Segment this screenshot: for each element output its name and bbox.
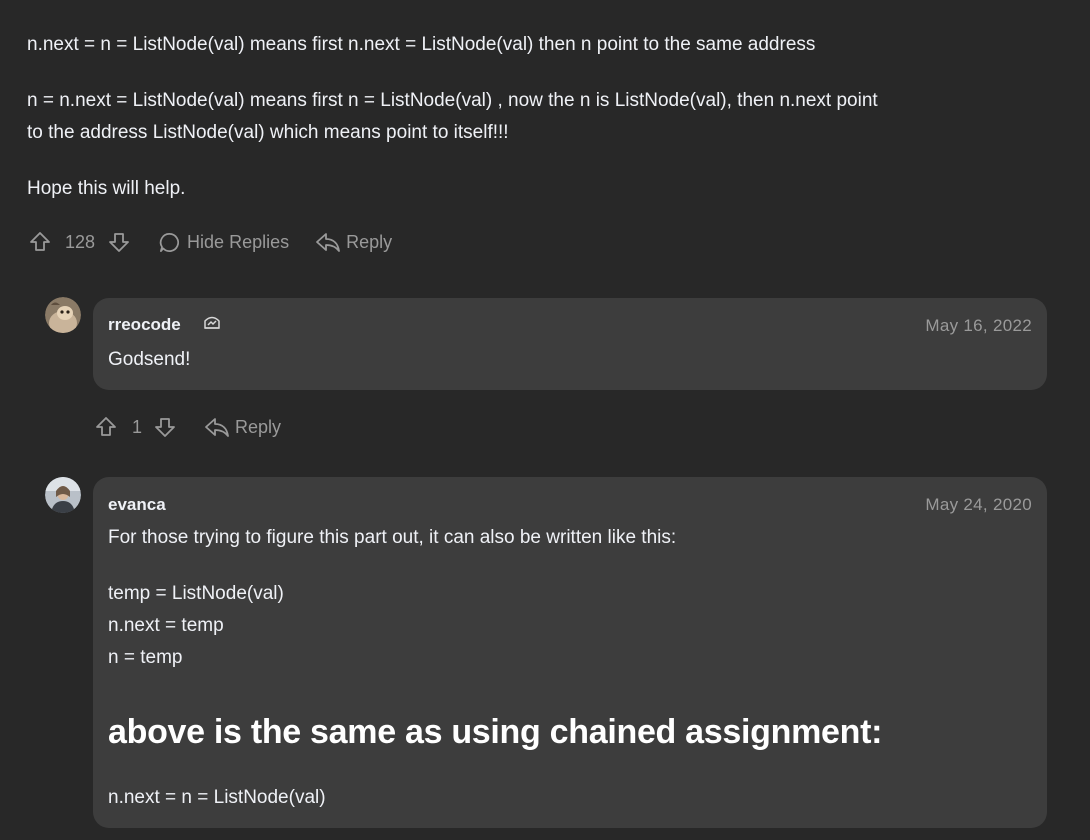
reply-heading: above is the same as using chained assig…	[108, 713, 883, 751]
reply-button[interactable]: Reply	[315, 230, 392, 254]
reply-date: May 24, 2020	[925, 495, 1032, 514]
reply-arrow-icon	[204, 415, 230, 439]
reply-body: Godsend!	[108, 349, 191, 370]
badge-icon	[202, 314, 222, 332]
reply-card: rreocode May 16, 2022 Godsend!	[93, 298, 1047, 390]
hide-replies-button[interactable]: Hide Replies	[158, 231, 289, 254]
reply-username[interactable]: rreocode	[108, 315, 181, 335]
reply-button[interactable]: Reply	[204, 415, 281, 439]
comment-paragraph: to the address ListNode(val) which means…	[27, 122, 509, 143]
comment-paragraph: Hope this will help.	[27, 178, 186, 199]
comment-paragraph: n = n.next = ListNode(val) means first n…	[27, 90, 878, 111]
reply-label: Reply	[346, 231, 393, 252]
reply-actions: 1 Reply	[94, 414, 281, 440]
reply-body-line: For those trying to figure this part out…	[108, 527, 677, 548]
discussion-thread: n.next = n = ListNode(val) means first n…	[0, 0, 1090, 840]
code-line: n.next = n = ListNode(val)	[108, 787, 326, 808]
reply-label: Reply	[235, 416, 282, 437]
comment-paragraph: n.next = n = ListNode(val) means first n…	[27, 34, 816, 55]
reply-arrow-icon	[315, 230, 341, 254]
avatar[interactable]	[45, 297, 81, 333]
code-line: temp = ListNode(val)	[108, 583, 284, 604]
comment-actions: 128 Hide Replies Reply	[28, 229, 392, 255]
reply-date: May 16, 2022	[925, 316, 1032, 335]
downvote-icon[interactable]	[107, 230, 131, 254]
downvote-icon[interactable]	[153, 415, 177, 439]
upvote-icon[interactable]	[94, 415, 118, 439]
upvote-icon[interactable]	[28, 230, 52, 254]
code-line: n.next = temp	[108, 615, 224, 636]
vote-count: 128	[65, 231, 96, 252]
vote-count: 1	[132, 416, 143, 437]
reply-card: evanca May 24, 2020 For those trying to …	[93, 477, 1047, 828]
avatar[interactable]	[45, 477, 81, 513]
reply-username[interactable]: evanca	[108, 495, 166, 515]
hide-replies-label: Hide Replies	[187, 231, 290, 252]
code-line: n = temp	[108, 647, 183, 668]
comment-bubble-icon	[158, 231, 181, 254]
